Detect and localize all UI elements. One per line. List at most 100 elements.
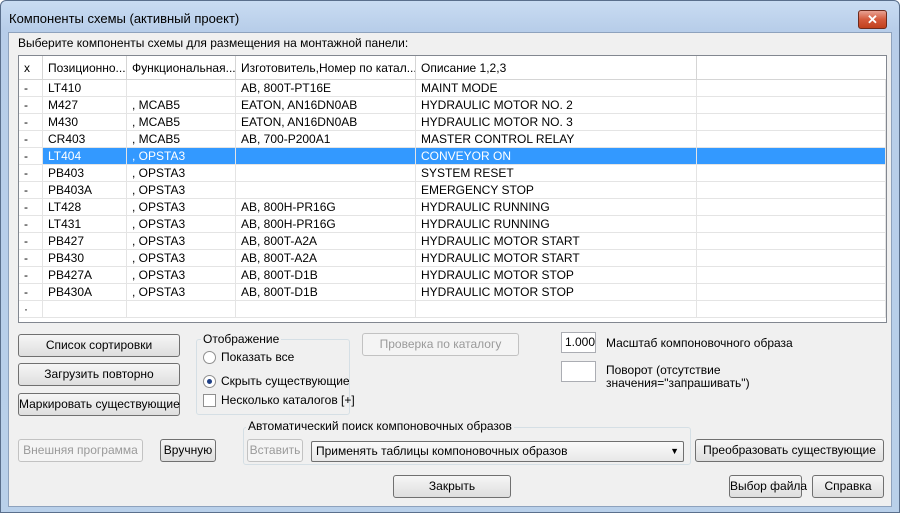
title-bar[interactable]: Компоненты схемы (активный проект) ✕ xyxy=(1,1,899,31)
cell-function: , OPSTA3 xyxy=(127,216,236,233)
help-button[interactable]: Справка xyxy=(812,475,884,498)
table-row[interactable]: - M430, MCAB5 EATON, AN16DN0AB HYDRAULIC MO… xyxy=(19,114,886,131)
several-catalogs-checkbox[interactable] xyxy=(203,394,216,407)
table-row[interactable]: - PB427, OPSTA3 AB, 800T-A2A HYDRAULIC MOTO… xyxy=(19,233,886,250)
cell-function: , OPSTA3 xyxy=(127,284,236,301)
cell-x: - xyxy=(19,114,43,131)
cell-empty xyxy=(697,97,886,114)
table-row[interactable]: - LT428, OPSTA3 AB, 800H-PR16G HYDRAULIC RU… xyxy=(19,199,886,216)
table-row[interactable]: - LT410 AB, 800T-PT16E MAINT MODE xyxy=(19,80,886,97)
hide-existing-radio[interactable] xyxy=(203,375,216,388)
display-group-title: Отображение xyxy=(201,332,282,346)
cell-function: , OPSTA3 xyxy=(127,148,236,165)
cell-function: , MCAB5 xyxy=(127,131,236,148)
hide-existing-label[interactable]: Скрыть существующие xyxy=(221,374,350,388)
cell-position: PB430 xyxy=(43,250,127,267)
cell-function: , OPSTA3 xyxy=(127,267,236,284)
cell-function: , OPSTA3 xyxy=(127,199,236,216)
close-button[interactable]: Закрыть xyxy=(393,475,511,498)
show-all-label[interactable]: Показать все xyxy=(221,350,294,364)
cell-position: LT410 xyxy=(43,80,127,97)
table-row[interactable]: - LT431, OPSTA3 AB, 800H-PR16G HYDRAULIC RU… xyxy=(19,216,886,233)
cell-position: PB427A xyxy=(43,267,127,284)
scale-input[interactable]: 1.000 xyxy=(561,332,596,353)
components-table[interactable]: x Позиционно... Функциональная... Изгото… xyxy=(18,55,887,323)
sort-list-button[interactable]: Список сортировки xyxy=(18,334,180,357)
cell-x: · xyxy=(19,301,43,318)
cell-function: , OPSTA3 xyxy=(127,250,236,267)
cell-x: - xyxy=(19,148,43,165)
cell-empty xyxy=(697,80,886,97)
cell-manufacturer: AB, 800T-A2A xyxy=(236,233,416,250)
column-header-description[interactable]: Описание 1,2,3 xyxy=(416,56,697,80)
cell-manufacturer xyxy=(236,182,416,199)
table-row[interactable]: - PB427A, OPSTA3 AB, 800T-D1B HYDRAULIC MOT… xyxy=(19,267,886,284)
table-row[interactable]: - CR403, MCAB5 AB, 700-P200A1 MASTER CONTRO… xyxy=(19,131,886,148)
column-header-function[interactable]: Функциональная... xyxy=(127,56,236,80)
manual-button[interactable]: Вручную xyxy=(160,439,216,462)
cell-function xyxy=(127,80,236,97)
column-header-manufacturer[interactable]: Изготовитель,Номер по катал... xyxy=(236,56,416,80)
cell-position: PB427 xyxy=(43,233,127,250)
auto-search-selected-value: Применять таблицы компоновочных образов xyxy=(316,444,568,458)
cell-x: - xyxy=(19,97,43,114)
cell-empty xyxy=(697,250,886,267)
cell-manufacturer xyxy=(236,301,416,318)
cell-x: - xyxy=(19,165,43,182)
cell-description: HYDRAULIC MOTOR START xyxy=(416,233,697,250)
table-row[interactable]: - PB430, OPSTA3 AB, 800T-A2A HYDRAULIC MOTO… xyxy=(19,250,886,267)
cell-manufacturer: AB, 800T-A2A xyxy=(236,250,416,267)
table-row[interactable]: · xyxy=(19,301,886,318)
column-header-empty xyxy=(697,56,886,80)
column-header-position[interactable]: Позиционно... xyxy=(43,56,127,80)
dialog-client: Выберите компоненты схемы для размещения… xyxy=(8,32,892,507)
cell-position: PB430A xyxy=(43,284,127,301)
cell-empty xyxy=(697,131,886,148)
cell-empty xyxy=(697,199,886,216)
table-row[interactable]: - LT404, OPSTA3 CONVEYOR ON xyxy=(19,148,886,165)
table-row[interactable]: - M427, MCAB5 EATON, AN16DN0AB HYDRAULIC MO… xyxy=(19,97,886,114)
table-row[interactable]: - PB403A, OPSTA3 EMERGENCY STOP xyxy=(19,182,886,199)
show-all-radio[interactable] xyxy=(203,351,216,364)
cell-description: HYDRAULIC RUNNING xyxy=(416,199,697,216)
cell-x: - xyxy=(19,199,43,216)
cell-empty xyxy=(697,216,886,233)
cell-function: , MCAB5 xyxy=(127,97,236,114)
table-header: x Позиционно... Функциональная... Изгото… xyxy=(19,56,886,80)
reload-button[interactable]: Загрузить повторно xyxy=(18,363,180,386)
cell-empty xyxy=(697,284,886,301)
cell-empty xyxy=(697,165,886,182)
catalog-check-button[interactable]: Проверка по каталогу xyxy=(362,333,519,356)
convert-existing-button[interactable]: Преобразовать существующие xyxy=(695,439,884,462)
column-header-x[interactable]: x xyxy=(19,56,43,80)
cell-empty xyxy=(697,267,886,284)
instruction-label: Выберите компоненты схемы для размещения… xyxy=(18,36,409,50)
cell-manufacturer: EATON, AN16DN0AB xyxy=(236,97,416,114)
cell-description: HYDRAULIC MOTOR NO. 3 xyxy=(416,114,697,131)
cell-description: HYDRAULIC MOTOR START xyxy=(416,250,697,267)
cell-position: M430 xyxy=(43,114,127,131)
several-catalogs-label[interactable]: Несколько каталогов [+] xyxy=(221,393,355,407)
cell-description: SYSTEM RESET xyxy=(416,165,697,182)
external-program-button[interactable]: Внешняя программа xyxy=(18,439,143,462)
cell-function: , OPSTA3 xyxy=(127,233,236,250)
auto-search-select[interactable]: Применять таблицы компоновочных образов … xyxy=(311,441,684,462)
insert-button[interactable]: Вставить xyxy=(247,439,303,462)
select-file-button[interactable]: Выбор файла xyxy=(729,475,807,498)
cell-position: LT428 xyxy=(43,199,127,216)
cell-function xyxy=(127,301,236,318)
rotation-input[interactable] xyxy=(561,361,596,382)
cell-function: , MCAB5 xyxy=(127,114,236,131)
cell-position: PB403 xyxy=(43,165,127,182)
close-icon: ✕ xyxy=(867,11,878,27)
cell-x: - xyxy=(19,233,43,250)
cell-description: HYDRAULIC MOTOR STOP xyxy=(416,284,697,301)
cell-manufacturer xyxy=(236,148,416,165)
close-window-button[interactable]: ✕ xyxy=(858,10,887,29)
mark-existing-button[interactable]: Маркировать существующие xyxy=(18,393,180,416)
table-row[interactable]: - PB403, OPSTA3 SYSTEM RESET xyxy=(19,165,886,182)
cell-x: - xyxy=(19,131,43,148)
table-row[interactable]: - PB430A, OPSTA3 AB, 800T-D1B HYDRAULIC MOT… xyxy=(19,284,886,301)
cell-manufacturer: AB, 800H-PR16G xyxy=(236,216,416,233)
cell-empty xyxy=(697,182,886,199)
